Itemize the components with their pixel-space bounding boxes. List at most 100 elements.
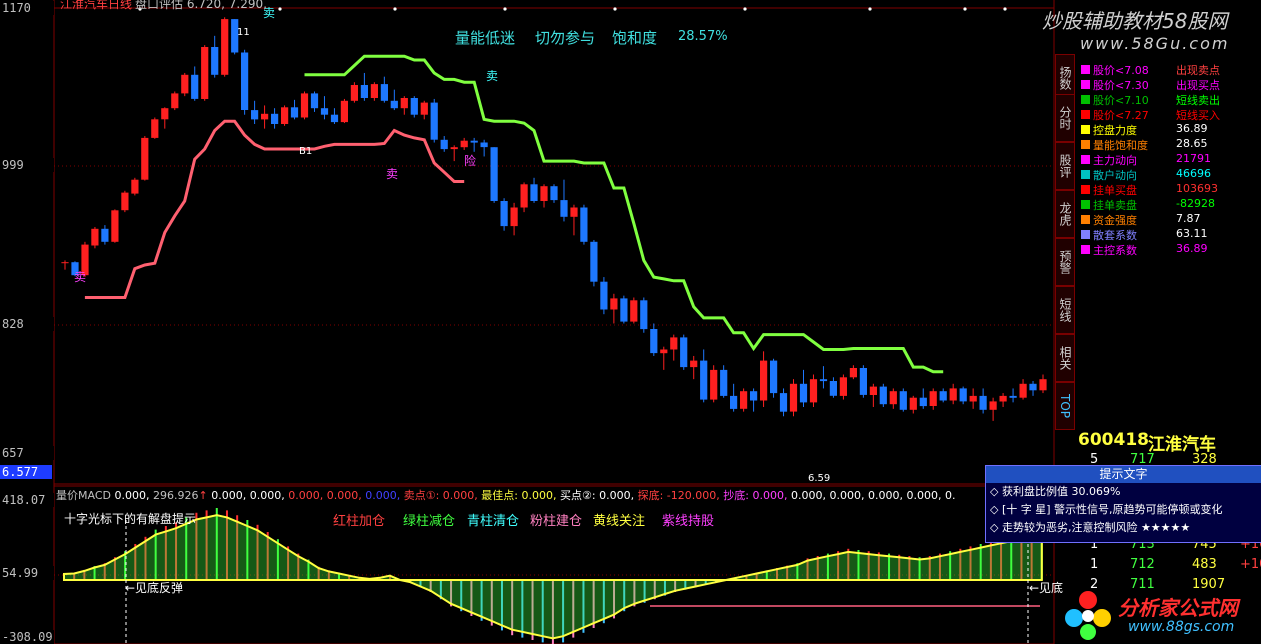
candle-body xyxy=(730,395,738,409)
sell-marker-2: 卖 xyxy=(486,69,499,83)
candle-body xyxy=(969,395,977,402)
indicator-row: 股价<7.30 出现买点 xyxy=(1077,77,1261,92)
tooltip-title: 提示文字 xyxy=(986,466,1261,483)
candle-body xyxy=(640,300,648,330)
tab-short-term[interactable]: 短线 xyxy=(1055,286,1075,334)
candle-body xyxy=(320,108,329,115)
watermark-top-url: www.58Gu.com xyxy=(1080,34,1230,53)
candle-body xyxy=(670,337,678,350)
indicator-value: 63.11 xyxy=(1176,227,1208,240)
candle-body xyxy=(350,85,358,101)
indicator-label: 主控系数 xyxy=(1093,244,1137,257)
indicator-swatch xyxy=(1081,140,1090,149)
indicator-row: 资金强度 7.87 xyxy=(1077,212,1261,227)
candle-body xyxy=(290,107,299,118)
indicator-label: 股价<7.08 xyxy=(1093,64,1149,77)
tab-alert[interactable]: 预警 xyxy=(1055,238,1075,286)
candle-body xyxy=(660,349,668,354)
candle-body xyxy=(420,102,428,115)
indicator-row: 量能饱和度 28.65 xyxy=(1077,137,1261,152)
indicator-value: 36.89 xyxy=(1176,242,1208,255)
candle-body xyxy=(1019,383,1027,398)
indicator-label: 散套系数 xyxy=(1093,229,1137,242)
headline-volume: 量能低迷 xyxy=(455,29,516,47)
stock-code: 600418 xyxy=(1078,430,1149,450)
quote-cell: 711 xyxy=(1130,577,1155,592)
tab-intraday[interactable]: 分时 xyxy=(1055,94,1075,142)
candle-body xyxy=(550,186,558,201)
macd-v3: 0.000, xyxy=(211,489,247,502)
candle-body xyxy=(470,140,478,143)
indicator-swatch xyxy=(1081,65,1090,74)
candle-body xyxy=(869,386,877,395)
tab-dragon-tiger[interactable]: 龙虎 xyxy=(1055,190,1075,238)
indicator-row: 主力动向 21791 xyxy=(1077,152,1261,167)
candle-body xyxy=(939,391,947,401)
candle-body xyxy=(1039,379,1047,391)
indicator-row: 股价<7.10 短线卖出 xyxy=(1077,92,1261,107)
indicator-label: 挂单买盘 xyxy=(1093,184,1137,197)
tooltip-line-risk: ◇ 走势较为恶劣,注意控制风险 ★★★★★ xyxy=(990,521,1191,534)
candle-body xyxy=(490,147,498,201)
quote-cell: 483 xyxy=(1192,557,1217,572)
tab-review[interactable]: 股评 xyxy=(1055,142,1075,190)
candle-body xyxy=(390,100,398,109)
candle-body xyxy=(700,360,708,400)
candle-body xyxy=(221,19,229,75)
indicator-label: 股价<7.30 xyxy=(1093,79,1149,92)
indicator-swatch xyxy=(1081,245,1090,254)
quote-cell: 1907 xyxy=(1192,577,1226,592)
candle-body xyxy=(560,200,568,217)
macd-t4: 0.000, xyxy=(906,489,942,502)
candle-body xyxy=(410,98,418,115)
indicator-swatch xyxy=(1081,230,1090,239)
macd-sell2: 0.000, xyxy=(599,489,635,502)
candle-body xyxy=(310,93,319,109)
sell-marker-1: 卖 xyxy=(263,6,276,20)
b1-label: B1 xyxy=(299,146,313,157)
candle-body xyxy=(241,52,249,110)
risk-marker: 险 xyxy=(464,154,477,168)
candle-body xyxy=(400,98,408,109)
hint-green: 绿柱减仓 xyxy=(403,514,456,529)
indicator-swatch xyxy=(1081,125,1090,134)
chart-title: 江淮汽车日线 xyxy=(60,0,133,11)
candle-body xyxy=(770,360,778,394)
hint-pink: 粉柱建仓 xyxy=(530,514,583,529)
macd-info-bar: 量价MACD 0.000, 296.926↑ 0.000, 0.000, 0.0… xyxy=(56,489,956,502)
candle-body xyxy=(710,369,718,400)
tab-related[interactable]: 相关 xyxy=(1055,334,1075,382)
candle-body xyxy=(191,74,199,99)
headline-advice: 切勿参与 xyxy=(535,29,596,47)
price-tick-657: 657 xyxy=(0,446,54,460)
candle-body xyxy=(181,74,189,94)
macd-t2: 0.000, xyxy=(829,489,865,502)
candle-body xyxy=(510,207,518,227)
indicator-label: 股价<7.10 xyxy=(1093,94,1149,107)
indicator-row: 散户动向 46696 xyxy=(1077,167,1261,182)
quote-cell: 2 xyxy=(1090,577,1099,592)
candle-body xyxy=(330,114,339,123)
resistance-line xyxy=(304,54,944,374)
indicator-row: 挂单卖盘 -82928 xyxy=(1077,197,1261,212)
candle-body xyxy=(171,93,179,109)
sell-marker-3: 卖 xyxy=(386,167,399,181)
tab-top[interactable]: TOP xyxy=(1055,382,1075,430)
price-tick-1170: 1170 xyxy=(0,1,54,15)
candle-body xyxy=(440,139,448,150)
candle-body xyxy=(271,113,279,124)
macd-t5: 0. xyxy=(944,489,956,502)
candle-body xyxy=(809,379,818,403)
watermark-bottom-url: www.88gs.com xyxy=(1128,619,1235,635)
candle-body xyxy=(151,119,159,138)
hint-purple: 紫线持股 xyxy=(662,514,715,529)
candle-body xyxy=(959,388,967,402)
candle-body xyxy=(889,391,897,405)
candle-body xyxy=(899,391,907,410)
macd-sell1-label: 卖点①: xyxy=(403,489,440,502)
candle-body xyxy=(949,388,957,401)
macd-v4: 0.000, xyxy=(249,489,285,502)
macd-tick-mid: 54.99 xyxy=(0,566,54,580)
candle-body xyxy=(590,241,598,282)
macd-v5: 0.000, xyxy=(288,489,324,502)
